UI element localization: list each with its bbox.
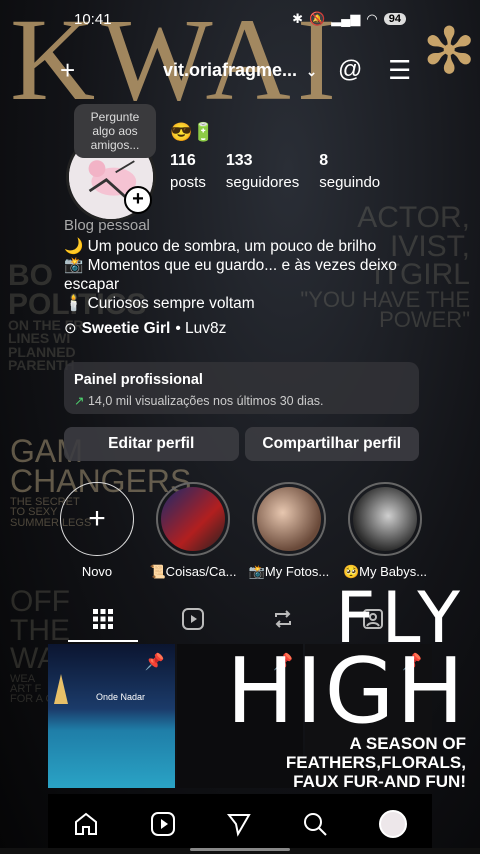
highlight-item[interactable]: 🥺My Babys... xyxy=(343,482,427,580)
gesture-bar xyxy=(0,848,480,854)
send-icon[interactable] xyxy=(226,811,252,837)
play-icon: ⊙ xyxy=(64,320,77,337)
reels-nav-icon[interactable] xyxy=(150,811,176,837)
lantern-decoration xyxy=(54,674,68,704)
highlight-cover xyxy=(257,487,321,551)
bluetooth-icon: ✱ xyxy=(292,11,303,26)
bottom-nav xyxy=(48,794,432,854)
status-bar: 10:41 ✱ 🔕 ▂▄▆ ◠ 94 xyxy=(0,0,480,38)
highlight-new[interactable]: + Novo xyxy=(58,482,136,580)
bio-line: 🕯️ Curiosos sempre voltam xyxy=(64,295,255,312)
post-thumbnail[interactable]: Onde Nadar 📌 xyxy=(48,644,175,788)
highlight-cover xyxy=(353,487,417,551)
trend-up-icon: ↗ xyxy=(74,394,85,408)
threads-icon[interactable]: @ xyxy=(338,52,362,88)
plus-icon: + xyxy=(60,482,134,556)
stat-followers[interactable]: 133 seguidores xyxy=(226,152,299,191)
bio-line: 🌙 Um pouco de sombra, um pouco de brilho xyxy=(64,238,377,255)
wifi-icon: ◠ xyxy=(366,11,378,26)
profile-stats: 116 posts 133 seguidores 8 seguindo xyxy=(170,152,380,191)
note-emojis: 😎🔋 xyxy=(170,122,215,142)
mute-icon: 🔕 xyxy=(309,11,326,26)
signal-icon: ▂▄▆ xyxy=(331,11,361,26)
battery-icon: 94 xyxy=(383,13,406,25)
profile-header: + vit.oriafragme... ⌄ @ ☰ xyxy=(0,52,480,88)
highlight-item[interactable]: 📜Coisas/Ca... xyxy=(150,482,237,580)
note-bubble[interactable]: Pergunte algo aos amigos... xyxy=(74,104,156,158)
professional-dashboard[interactable]: Painel profissional ↗ 14,0 mil visualiza… xyxy=(64,362,419,414)
stat-following[interactable]: 8 seguindo xyxy=(319,152,380,191)
highlight-cover xyxy=(161,487,225,551)
music-title: Sweetie Girl xyxy=(81,320,171,337)
add-icon[interactable]: + xyxy=(60,52,75,88)
highlight-item[interactable]: 📸My Fotos... xyxy=(249,482,329,580)
status-time: 10:41 xyxy=(74,10,112,28)
post-caption: Onde Nadar xyxy=(96,692,146,702)
profile-music[interactable]: ⊙ Sweetie Girl • Luv8z xyxy=(64,319,424,338)
panel-title: Painel profissional xyxy=(74,372,203,388)
tab-grid[interactable] xyxy=(58,598,148,642)
reels-icon xyxy=(182,608,204,630)
home-icon[interactable] xyxy=(73,811,99,837)
tab-reels[interactable] xyxy=(148,598,238,640)
pin-icon: 📌 xyxy=(144,654,165,671)
profile-nav-avatar[interactable] xyxy=(378,810,407,838)
edit-profile-button[interactable]: Editar perfil xyxy=(64,427,239,461)
stat-posts[interactable]: 116 posts xyxy=(170,152,206,191)
grid-icon xyxy=(93,609,113,629)
story-highlights: + Novo 📜Coisas/Ca... 📸My Fotos... 🥺My Ba… xyxy=(58,482,480,580)
add-story-icon[interactable]: + xyxy=(124,186,152,214)
profile-category: Blog pessoal xyxy=(64,217,150,234)
profile-bio: Blog pessoal 🌙 Um pouco de sombra, um po… xyxy=(64,216,424,338)
wallpaper-fly-high: FLY HIGH A SEASON OF FEATHERS,FLORALS, F… xyxy=(226,577,466,791)
music-artist: • Luv8z xyxy=(175,320,227,337)
share-profile-button[interactable]: Compartilhar perfil xyxy=(244,427,419,461)
menu-icon[interactable]: ☰ xyxy=(388,52,411,88)
bio-line: 📸 Momentos que eu guardo... e às vezes d… xyxy=(64,257,397,293)
profile-actions: Editar perfil Compartilhar perfil xyxy=(64,427,419,461)
panel-subtitle: ↗ 14,0 mil visualizações nos últimos 30 … xyxy=(74,394,324,408)
username-switcher[interactable]: vit.oriafragme... ⌄ xyxy=(163,52,317,90)
search-icon[interactable] xyxy=(302,811,328,837)
chevron-down-icon: ⌄ xyxy=(306,64,317,79)
